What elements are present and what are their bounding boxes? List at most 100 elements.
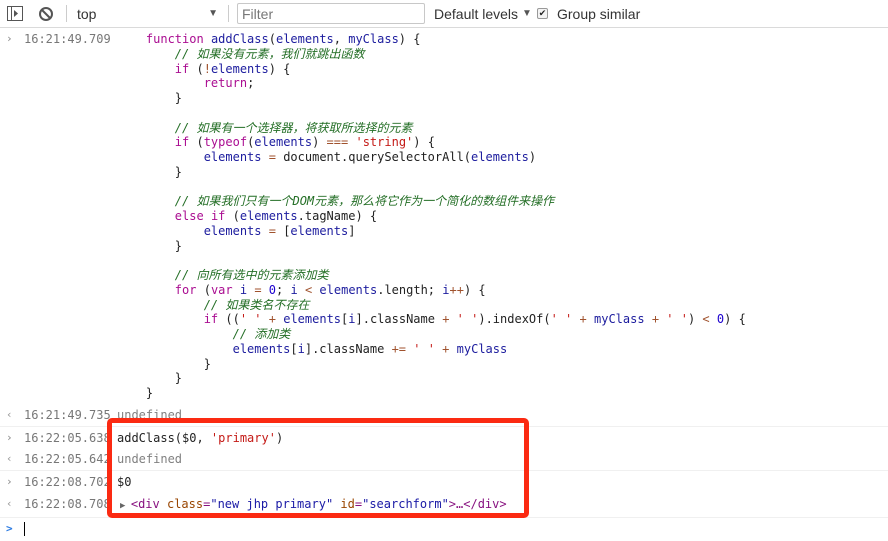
console-result-entry: ‹ 16:22:05.642 undefined xyxy=(0,448,888,471)
comment: // 如果类名不存在 xyxy=(117,297,310,312)
result-value: undefined xyxy=(117,407,183,422)
timestamp: 16:22:08.702 xyxy=(24,475,111,489)
code-line: // 向所有选中的元素添加类 xyxy=(117,268,888,283)
attribute-value: "new jhp primary" xyxy=(210,496,334,511)
attribute-name: class xyxy=(166,496,204,511)
code-text: ) { xyxy=(413,135,435,150)
string: 'primary' xyxy=(210,430,276,445)
operator: = xyxy=(254,282,262,297)
chevron-down-icon: ▼ xyxy=(208,8,218,19)
keyword: if xyxy=(174,61,190,76)
html-tag: >…</div> xyxy=(448,496,507,511)
console-input-entry: › 16:22:05.638 addClass($0, 'primary') xyxy=(0,427,888,449)
identifier: elements xyxy=(239,209,298,223)
comment: // 向所有选中的元素添加类 xyxy=(117,268,329,282)
code-text: ) xyxy=(687,312,703,327)
message: function addClass(elements, myClass) { /… xyxy=(117,32,888,401)
timestamp: 16:22:05.642 xyxy=(24,452,111,467)
code-line: if (!elements) { xyxy=(117,62,888,77)
identifier: elements xyxy=(290,223,349,238)
keyword: typeof xyxy=(203,135,248,150)
string: ' ' xyxy=(239,312,262,327)
timestamp: 16:22:08.708 xyxy=(24,496,111,511)
sidebar-toggle-icon[interactable] xyxy=(7,0,23,27)
identifier: myClass xyxy=(348,32,399,46)
message: ▶ <div class="new jhp primary" id="searc… xyxy=(120,497,888,514)
code-line: // 添加类 xyxy=(117,327,888,342)
divider xyxy=(228,5,229,22)
console-prompt[interactable]: > xyxy=(0,518,888,540)
code-line: } xyxy=(117,371,888,386)
operator: === xyxy=(326,135,349,150)
code-line: // 如果没有元素，我们就跳出函数 xyxy=(117,47,888,62)
clear-console-icon[interactable] xyxy=(38,0,54,27)
timestamp: 16:22:05.638 xyxy=(24,430,111,445)
code-line: } xyxy=(117,357,888,372)
code-line: if ((' ' + elements[i].className + ' ').… xyxy=(117,312,888,327)
code-text: ( xyxy=(225,209,240,223)
comment: // 添加类 xyxy=(117,327,291,341)
code-text: ].className xyxy=(355,312,443,327)
group-similar-toggle[interactable]: ✔ Group similar xyxy=(537,0,640,27)
code-line: function addClass(elements, myClass) { xyxy=(117,32,888,47)
code-text: ) xyxy=(528,150,537,164)
expand-triangle-icon[interactable]: ▶ xyxy=(120,501,131,511)
operator: ++ xyxy=(449,282,464,297)
code-text: (( xyxy=(218,312,240,327)
divider xyxy=(66,5,67,22)
code-text: ) xyxy=(275,430,284,445)
code-text: } xyxy=(117,164,183,179)
checkbox-checked-icon[interactable]: ✔ xyxy=(537,8,548,19)
operator: + xyxy=(651,312,660,327)
prompt-input[interactable] xyxy=(24,522,888,537)
code-line: // 如果类名不存在 xyxy=(117,298,888,313)
keyword: else xyxy=(174,209,204,223)
group-similar-label: Group similar xyxy=(557,5,641,22)
message: undefined xyxy=(117,408,888,423)
context-selector[interactable]: top ▼ xyxy=(77,0,222,27)
code-line: } xyxy=(117,165,888,180)
string: ' ' xyxy=(666,312,688,327)
operator: = xyxy=(268,150,276,164)
keyword: if xyxy=(203,312,219,327)
string: ' ' xyxy=(456,312,479,327)
log-levels-dropdown[interactable]: Default levels ▼ xyxy=(434,0,532,27)
input-chevron-icon: › xyxy=(6,475,13,488)
code-text: $0 xyxy=(117,475,132,489)
input-chevron-icon: › xyxy=(6,32,13,45)
keyword: var xyxy=(210,282,233,297)
identifier: elements xyxy=(254,135,313,150)
code-text: [ xyxy=(275,223,291,238)
identifier: addClass xyxy=(210,32,269,46)
code-text: ].className xyxy=(304,341,392,356)
message: undefined xyxy=(117,452,888,467)
operator: < xyxy=(702,312,710,327)
console-messages: › 16:21:49.709 function addClass(elements… xyxy=(0,28,888,539)
keyword: if xyxy=(210,209,226,223)
identifier: elements xyxy=(471,150,529,164)
identifier: elements xyxy=(283,312,342,327)
code-line: elements = [elements] xyxy=(117,224,888,239)
keyword: for xyxy=(174,282,197,297)
html-tag[interactable]: <div xyxy=(131,497,160,511)
code-text: ( xyxy=(196,282,211,297)
filter-placeholder: Filter xyxy=(242,6,274,22)
filter-input[interactable]: Filter xyxy=(237,3,425,24)
operator: += xyxy=(391,341,407,356)
result-arrow-icon: ‹ xyxy=(6,452,13,466)
